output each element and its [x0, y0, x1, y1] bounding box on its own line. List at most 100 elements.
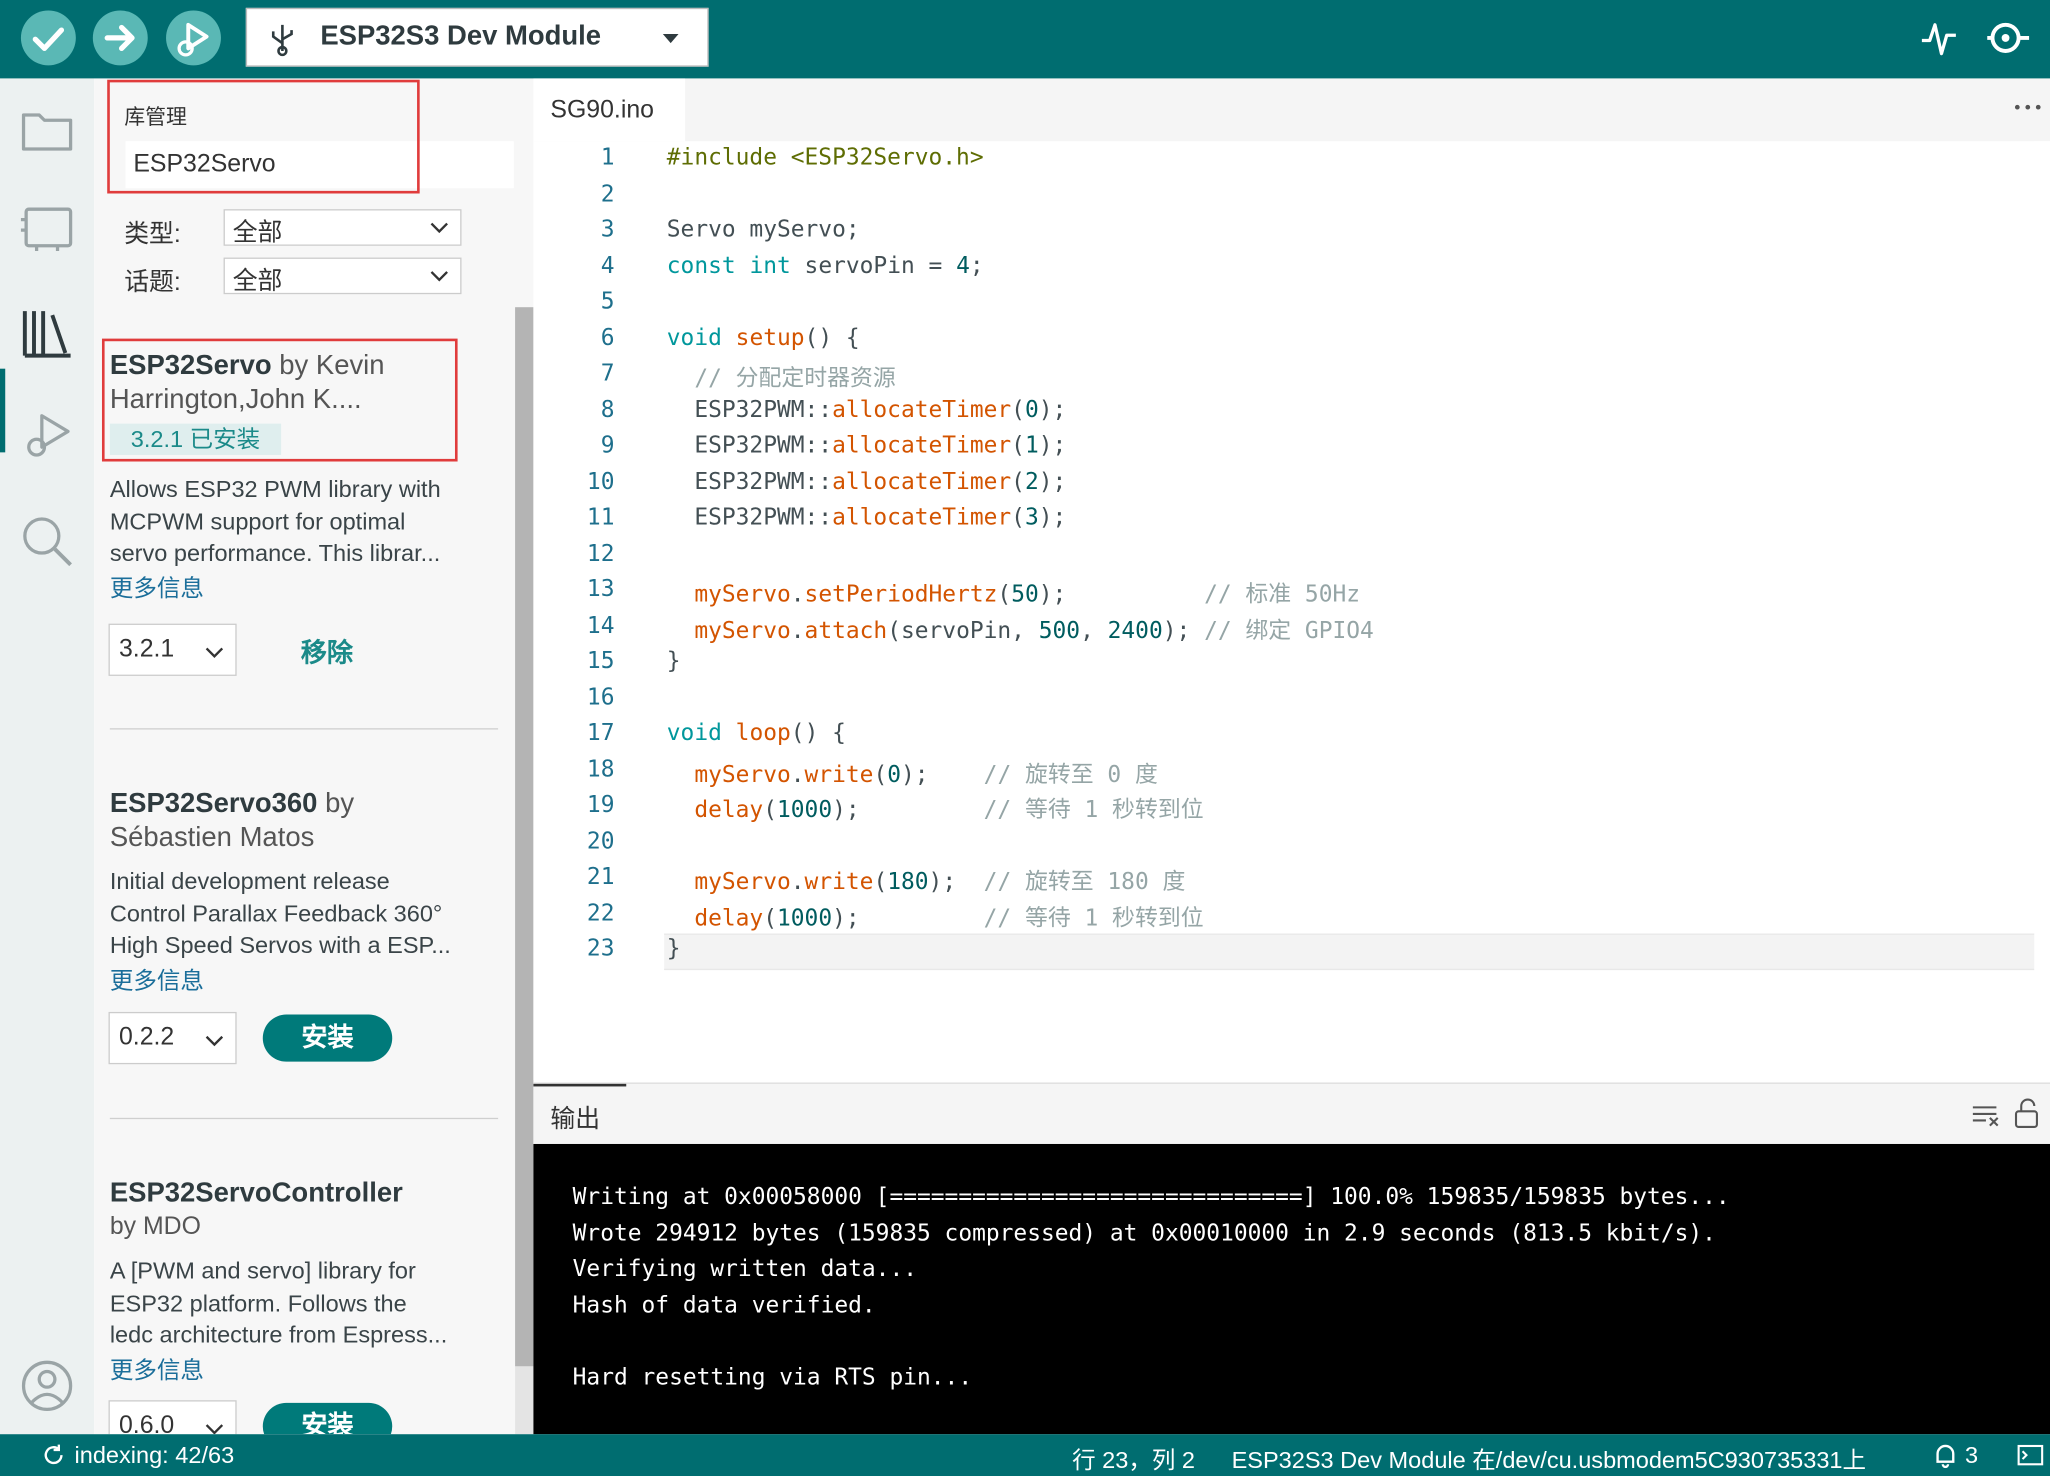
- code-token: allocateTimer: [832, 432, 1012, 459]
- topic-filter-select[interactable]: 全部: [223, 257, 462, 296]
- serial-plotter-icon[interactable]: [1919, 17, 1958, 59]
- topic-filter-value: 全部: [232, 268, 283, 296]
- upload-button[interactable]: [92, 10, 148, 66]
- version-value: 3.2.1: [118, 635, 175, 663]
- code-line: }: [667, 936, 681, 962]
- search-icon[interactable]: [18, 513, 76, 571]
- code-token: 2: [1024, 468, 1039, 495]
- code-line: ESP32PWM::allocateTimer(0);: [666, 396, 1066, 423]
- code-token: ESP32PWM::: [666, 432, 833, 459]
- install-button[interactable]: 安装: [262, 1402, 393, 1435]
- code-token: }: [666, 936, 681, 963]
- board-port-status[interactable]: ESP32S3 Dev Module 在/dev/cu.usbmodem5C93…: [1232, 1442, 1866, 1476]
- more-options-icon[interactable]: [2013, 102, 2042, 112]
- code-token: (: [763, 905, 778, 932]
- code-line: delay(1000); // 等待 1 秒转到位: [667, 900, 1203, 933]
- line-number: 5: [600, 288, 615, 316]
- code-line: // 分配定时器资源: [667, 361, 896, 394]
- code-token: // 分配定时器资源: [666, 366, 896, 393]
- type-filter-select[interactable]: 全部: [223, 209, 462, 248]
- line-number: 15: [586, 648, 615, 675]
- code-token: (servoPin,: [887, 617, 1039, 644]
- code-token: ESP32PWM::: [666, 396, 833, 423]
- code-token: myServo: [694, 869, 791, 896]
- version-select[interactable]: 0.2.2: [108, 1011, 237, 1065]
- board-name: ESP32S3 Dev Module: [320, 20, 602, 51]
- notification-count: 3: [1965, 1442, 1979, 1469]
- verify-button[interactable]: [20, 10, 76, 66]
- terminal-icon[interactable]: [2016, 1442, 2045, 1468]
- debug-icon[interactable]: [18, 408, 76, 466]
- line-number: 6: [600, 324, 615, 352]
- divider: [109, 1117, 499, 1120]
- code-token: );: [1038, 432, 1067, 459]
- code-token: 0: [887, 761, 902, 788]
- library-author-cont: Sébastien Matos: [109, 822, 315, 853]
- code-token: Servo myServo;: [666, 217, 860, 244]
- activity-bar: [0, 78, 95, 1435]
- serial-monitor-icon[interactable]: [1982, 17, 2034, 59]
- debug-button[interactable]: [166, 10, 221, 66]
- console-line: Hard resetting via RTS pin...: [572, 1364, 973, 1392]
- console-line: Wrote 294912 bytes (159835 compressed) a…: [572, 1221, 1716, 1248]
- divider: [109, 728, 499, 730]
- type-filter-value: 全部: [232, 219, 283, 248]
- code-token: .: [790, 869, 805, 896]
- account-icon[interactable]: [18, 1357, 76, 1415]
- line-number: 12: [586, 540, 615, 567]
- code-token: 1000: [777, 797, 833, 824]
- code-token: 50: [1011, 581, 1039, 608]
- tab-sg90[interactable]: SG90.ino: [533, 78, 686, 142]
- output-console[interactable]: Writing at 0x00058000 [=================…: [533, 1143, 2050, 1435]
- sync-icon: [44, 1444, 63, 1465]
- library-desc-line: servo performance. This librar...: [109, 539, 441, 567]
- current-line-highlight: [664, 933, 2035, 971]
- bell-icon[interactable]: [1932, 1442, 1958, 1469]
- code-token: void: [666, 720, 722, 747]
- library-title: ESP32Servo360 by: [110, 787, 498, 821]
- more-info-link[interactable]: 更多信息: [110, 962, 498, 996]
- code-line: delay(1000); // 等待 1 秒转到位: [667, 792, 1203, 825]
- code-token: 2400: [1107, 617, 1163, 644]
- scrollbar-thumb[interactable]: [515, 307, 534, 1367]
- line-number: 10: [586, 468, 615, 495]
- code-token: void: [666, 324, 722, 352]
- code-token: 1000: [777, 905, 833, 932]
- library-manager-icon[interactable]: [18, 303, 76, 361]
- code-token: allocateTimer: [832, 504, 1012, 531]
- output-tab-indicator: [533, 1083, 627, 1087]
- folder-icon[interactable]: [18, 99, 76, 157]
- editor-scrollbar[interactable]: [2034, 141, 2050, 1080]
- line-number: 21: [586, 864, 615, 891]
- line-number: 13: [586, 576, 615, 603]
- install-button[interactable]: 安装: [262, 1014, 393, 1062]
- version-select[interactable]: 3.2.1: [108, 623, 237, 676]
- line-number: 14: [586, 612, 615, 639]
- remove-button[interactable]: 移除: [301, 631, 353, 669]
- code-token: 4: [956, 252, 970, 280]
- highlight-box: [107, 79, 420, 194]
- cursor-position[interactable]: 行 23，列 2: [1072, 1442, 1195, 1476]
- lock-icon[interactable]: [2013, 1098, 2039, 1129]
- version-select[interactable]: 0.6.0: [108, 1400, 237, 1435]
- more-info-link[interactable]: 更多信息: [110, 569, 498, 603]
- clear-output-icon[interactable]: [1970, 1102, 2001, 1128]
- code-line: #include <ESP32Servo.h>: [667, 145, 984, 171]
- debug-icon: [177, 22, 209, 57]
- topic-filter-label: 话题:: [124, 269, 181, 297]
- board-selector[interactable]: ESP32S3 Dev Module: [245, 7, 709, 67]
- line-number: 11: [586, 504, 615, 531]
- code-token: allocateTimer: [832, 396, 1012, 423]
- line-number: 8: [600, 396, 615, 423]
- library-desc-line: MCPWM support for optimal: [109, 507, 406, 535]
- code-token: myServo: [694, 617, 791, 644]
- code-token: );: [1038, 581, 1205, 608]
- more-info-link[interactable]: 更多信息: [110, 1351, 498, 1385]
- boards-manager-icon[interactable]: [18, 199, 76, 257]
- code-token: loop: [735, 720, 791, 747]
- line-number: 18: [586, 756, 615, 783]
